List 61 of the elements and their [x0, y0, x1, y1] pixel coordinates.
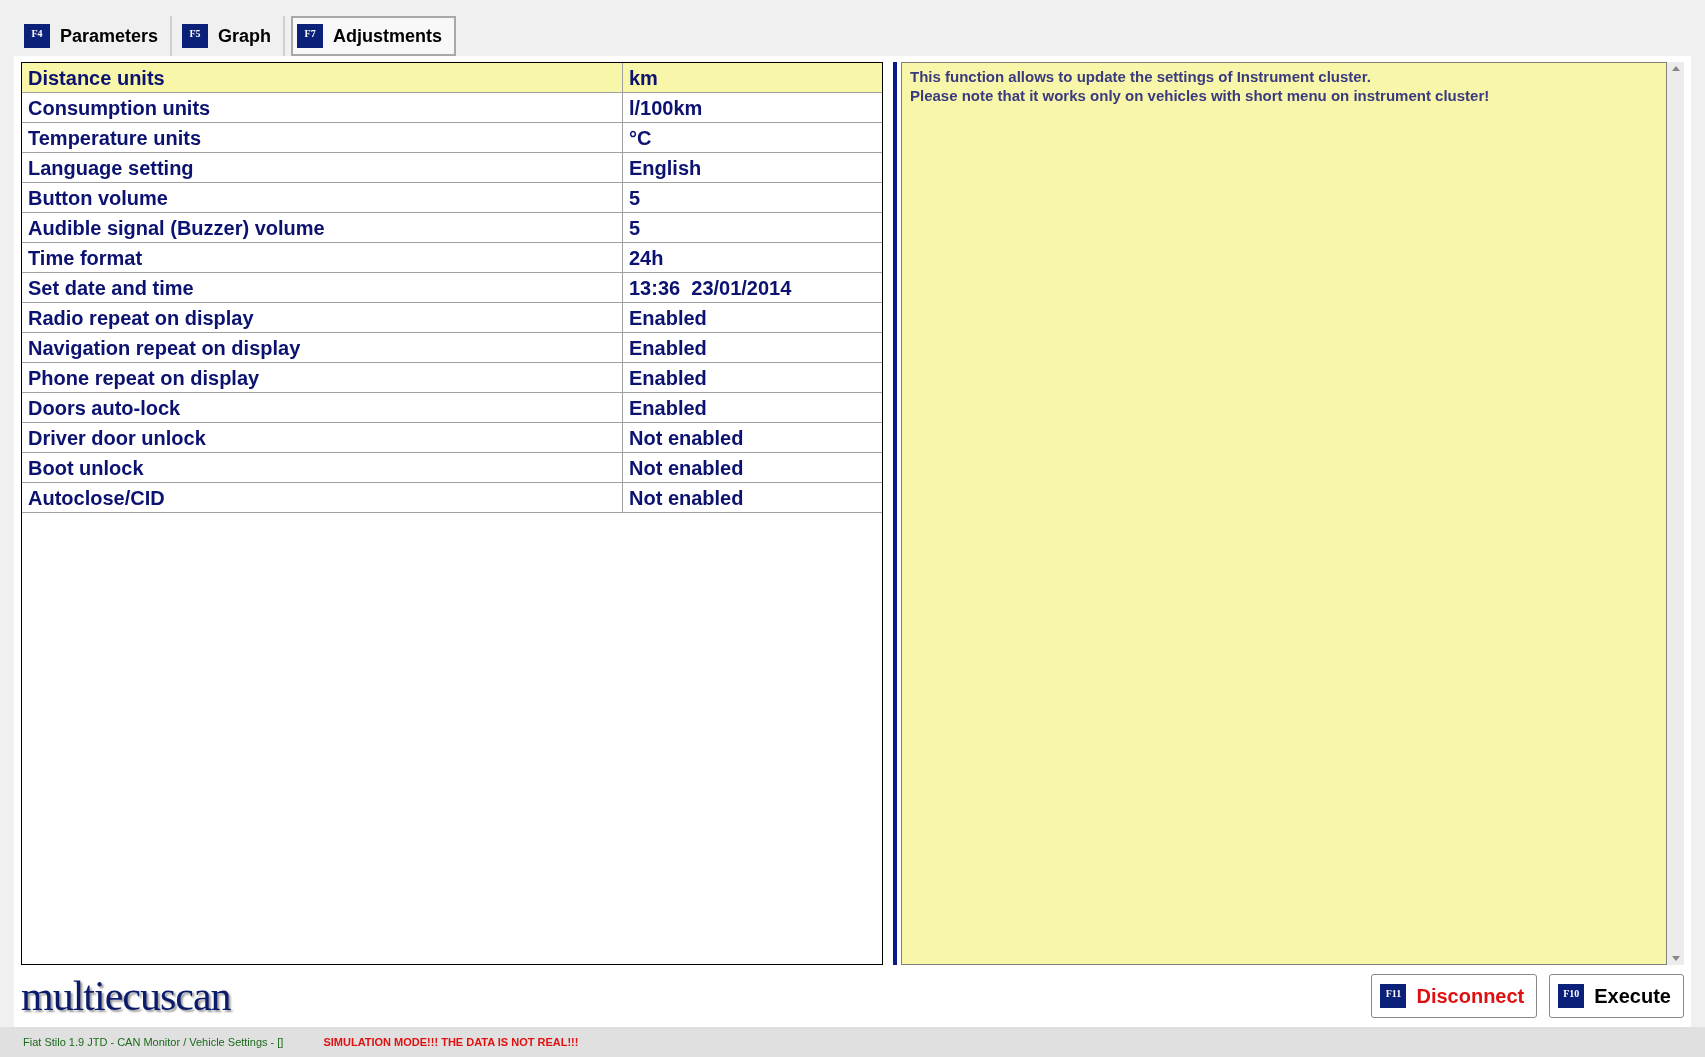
- table-cell-text: 24h: [628, 246, 665, 271]
- table-row[interactable]: Time format 24h: [22, 243, 882, 273]
- table-cell-text: Enabled: [628, 306, 708, 331]
- status-text: Fiat Stilo 1.9 JTD - CAN Monitor / Vehicle Settings - []: [23, 1034, 284, 1050]
- table-cell: Audible signal (Buzzer) volume: [22, 213, 623, 242]
- scrollbar[interactable]: [1667, 62, 1684, 965]
- info-text: Please note that it works only on vehicles with short menu on instrument cluster!: [910, 86, 1491, 105]
- scroll-down-icon[interactable]: [1671, 956, 1680, 961]
- function-key-icon: F11: [1380, 984, 1407, 1008]
- table-row[interactable]: Distance units km: [22, 63, 882, 93]
- table-row[interactable]: Audible signal (Buzzer) volume 5: [22, 213, 882, 243]
- simulation-warning: SIMULATION MODE!!! THE DATA IS NOT REAL!!!: [323, 1034, 579, 1050]
- table-row[interactable]: Temperature units °C: [22, 123, 882, 153]
- table-cell-text: km: [628, 66, 659, 91]
- table-cell: Consumption units: [22, 93, 623, 122]
- table-cell: Set date and time: [22, 273, 623, 302]
- table-cell-text: Not enabled: [628, 456, 745, 481]
- table-row[interactable]: Set date and time 13:36 23/01/2014: [22, 273, 882, 303]
- table-cell: Driver door unlock: [22, 423, 623, 452]
- table-cell: Boot unlock: [22, 453, 623, 482]
- function-key-icon: F5: [182, 24, 209, 48]
- table-cell-text: Enabled: [628, 396, 708, 421]
- table-cell: Phone repeat on display: [22, 363, 623, 392]
- table-row[interactable]: Driver door unlock Not enabled: [22, 423, 882, 453]
- table-row[interactable]: Button volume 5: [22, 183, 882, 213]
- table-row[interactable]: Doors auto-lock Enabled: [22, 393, 882, 423]
- table-row[interactable]: Language setting English: [22, 153, 882, 183]
- table-cell-text: Not enabled: [628, 486, 745, 511]
- table-cell-text: English: [628, 156, 703, 181]
- table-cell-text: 13:36 23/01/2014: [628, 276, 793, 301]
- table-cell-text: Enabled: [628, 366, 708, 391]
- table-cell-text: °C: [628, 126, 653, 151]
- table-row[interactable]: Radio repeat on display Enabled: [22, 303, 882, 333]
- table-cell: Radio repeat on display: [22, 303, 623, 332]
- table-cell: Doors auto-lock: [22, 393, 623, 422]
- table-cell-text: l/100km: [628, 96, 704, 121]
- table-cell: Button volume: [22, 183, 623, 212]
- table-cell-text: Not enabled: [628, 426, 745, 451]
- table-cell: Temperature units: [22, 123, 623, 152]
- table-row[interactable]: Autoclose/CID Not enabled: [22, 483, 882, 513]
- logo: multiecuscan: [21, 971, 231, 1021]
- function-key-icon: F10: [1558, 984, 1585, 1008]
- table-cell: Language setting: [22, 153, 623, 182]
- table-row[interactable]: Phone repeat on display Enabled: [22, 363, 882, 393]
- table-cell-text: 5: [628, 186, 642, 211]
- tab[interactable]: F7 Adjustments: [291, 16, 457, 56]
- table-cell: Autoclose/CID: [22, 483, 623, 512]
- table-cell: Distance units: [22, 63, 623, 92]
- table-cell: Navigation repeat on display: [22, 333, 623, 362]
- table-cell-text: Enabled: [628, 336, 708, 361]
- table-row[interactable]: Boot unlock Not enabled: [22, 453, 882, 483]
- table-row[interactable]: Consumption units l/100km: [22, 93, 882, 123]
- table-row[interactable]: Navigation repeat on display Enabled: [22, 333, 882, 363]
- table-cell: Time format: [22, 243, 623, 272]
- table-cell-text: 5: [628, 216, 642, 241]
- action-button[interactable]: F11 Disconnect: [1371, 974, 1538, 1018]
- function-key-icon: F4: [24, 24, 50, 48]
- scroll-up-icon[interactable]: [1671, 66, 1680, 71]
- info-text: This function allows to update the settings of Instrument cluster.: [910, 67, 1372, 86]
- action-button[interactable]: F10 Execute: [1549, 974, 1684, 1018]
- function-key-icon: F7: [297, 24, 324, 48]
